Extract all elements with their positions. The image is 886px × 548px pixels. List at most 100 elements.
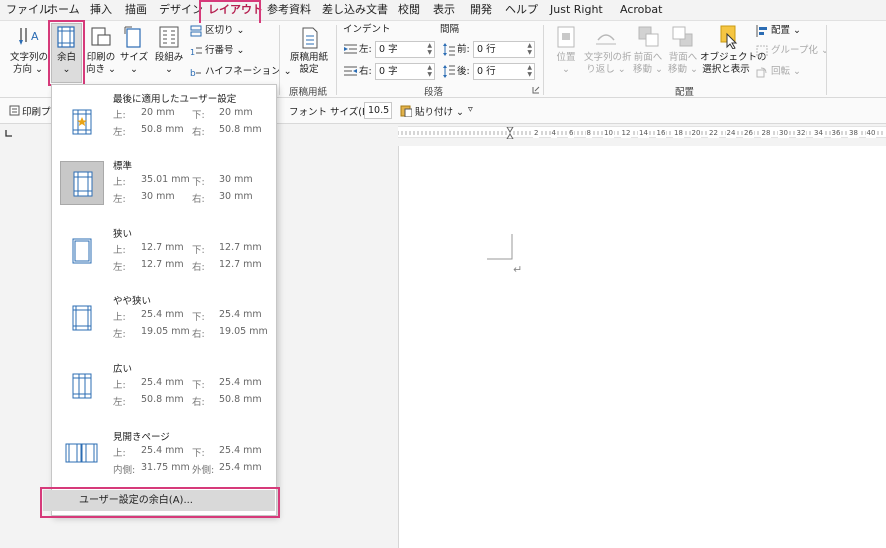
left-key: 左: — [113, 329, 126, 340]
ribbon-separator — [279, 25, 280, 95]
position-label: 位置 — [556, 52, 576, 63]
inside-key: 内側: — [113, 465, 136, 476]
bottom-value: 30 mm — [219, 174, 253, 185]
page-size-icon[interactable] — [124, 26, 144, 48]
bottom-key: 下: — [192, 245, 205, 256]
selection-pane-label-2[interactable]: 選択と表示 — [700, 64, 752, 76]
align-button[interactable]: 配置 ⌄ — [771, 25, 801, 37]
breaks-button[interactable]: 区切り ⌄ — [205, 25, 244, 37]
columns-chevron[interactable]: ⌄ — [152, 64, 186, 76]
ribbon-separator — [543, 25, 544, 95]
margin-option-last-custom[interactable]: 最後に適用したユーザー設定 上: 20 mm 下: 20 mm 左: 50.8 … — [52, 88, 276, 155]
size-label[interactable]: サイズ — [118, 52, 150, 64]
ruler-number: 26 — [743, 128, 754, 138]
spinner-arrows-icon[interactable]: ▲ ▼ — [427, 42, 432, 56]
tab-home[interactable]: ホーム — [47, 2, 80, 18]
spacing-after-input[interactable]: 0 行 ▲ ▼ — [473, 63, 535, 80]
orientation-icon[interactable] — [90, 26, 112, 48]
orientation-label-2[interactable]: 向き ⌄ — [85, 64, 117, 76]
indent-right-label: 右: — [359, 66, 372, 77]
margin-option-mirrored[interactable]: 見開きページ 上: 25.4 mm 下: 25.4 mm 内側: 31.75 m… — [52, 426, 276, 493]
columns-icon[interactable] — [159, 26, 179, 48]
spacing-after-value: 0 行 — [477, 66, 496, 77]
text-direction-label-2[interactable]: 方向 ⌄ — [10, 64, 46, 76]
tab-references[interactable]: 参考資料 — [267, 2, 311, 18]
left-key: 左: — [113, 262, 126, 273]
margin-option-wide[interactable]: 広い 上: 25.4 mm 下: 25.4 mm 左: 50.8 mm 右: 5… — [52, 358, 276, 425]
tab-insert[interactable]: 挿入 — [90, 2, 112, 18]
top-key: 上: — [113, 177, 126, 188]
bring-forward-label-1: 前面へ — [633, 52, 663, 63]
paste-button[interactable]: 貼り付け ⌄ — [415, 104, 464, 118]
line-numbers-button[interactable]: 行番号 ⌄ — [205, 45, 244, 57]
spinner-arrows-icon[interactable]: ▲ ▼ — [527, 42, 532, 56]
top-value: 20 mm — [141, 107, 175, 118]
horizontal-ruler[interactable]: 2 4 6 8 10 12 14 16 18 20 22 24 26 28 30 32 34 36 38 40 — [398, 126, 886, 139]
bottom-value: 25.4 mm — [219, 445, 262, 456]
right-key: 右: — [192, 194, 205, 205]
bottom-key: 下: — [192, 380, 205, 391]
bottom-value: 12.7 mm — [219, 242, 262, 253]
ruler-number: 14 — [638, 128, 649, 138]
tab-acrobat[interactable]: Acrobat — [620, 2, 662, 18]
ruler-number: 30 — [778, 128, 789, 138]
bottom-key: 下: — [192, 312, 205, 323]
toolbar-more-button[interactable]: ▿ — [468, 104, 473, 115]
dialog-launcher-icon[interactable] — [532, 86, 540, 94]
text-direction-icon[interactable]: A — [17, 26, 43, 48]
columns-label[interactable]: 段組み — [152, 52, 186, 64]
tab-help[interactable]: ヘルプ — [505, 2, 538, 18]
tab-mailings[interactable]: 差し込み文書 — [322, 2, 388, 18]
bottom-value: 25.4 mm — [219, 309, 262, 320]
font-size-value: 10.5 — [368, 105, 390, 116]
send-backward-label-2: 移動 ⌄ — [668, 64, 698, 75]
document-page[interactable]: ↵ — [398, 146, 886, 548]
text-direction-label-1[interactable]: 文字列の — [10, 52, 48, 64]
paragraph-mark: ↵ — [513, 263, 523, 276]
top-key: 上: — [113, 245, 126, 256]
margin-option-narrow[interactable]: 狭い 上: 12.7 mm 下: 12.7 mm 左: 12.7 mm 右: 1… — [52, 223, 276, 290]
top-key: 上: — [113, 380, 126, 391]
spacing-before-input[interactable]: 0 行 ▲ ▼ — [473, 41, 535, 58]
indent-header: インデント — [343, 24, 391, 35]
bring-forward-label-2: 移動 ⌄ — [633, 64, 663, 75]
manuscript-paper-icon[interactable] — [301, 27, 319, 49]
right-value: 30 mm — [219, 191, 253, 202]
margin-option-normal[interactable]: 標準 上: 35.01 mm 下: 30 mm 左: 30 mm 右: 30 m… — [52, 155, 276, 222]
spacing-after-icon — [443, 65, 455, 78]
send-backward-label-1: 背面へ — [668, 52, 698, 63]
bring-forward-icon — [638, 26, 659, 47]
group-icon — [756, 45, 768, 57]
tab-file[interactable]: ファイル — [6, 2, 50, 18]
tab-design[interactable]: デザイン — [159, 2, 203, 18]
top-key: 上: — [113, 448, 126, 459]
tab-draw[interactable]: 描画 — [125, 2, 147, 18]
indent-left-input[interactable]: 0 字 ▲ ▼ — [375, 41, 435, 58]
ruler-number: 36 — [830, 128, 842, 138]
wrap-text-icon — [596, 34, 616, 45]
margin-option-moderate[interactable]: やや狭い 上: 25.4 mm 下: 25.4 mm 左: 19.05 mm 右… — [52, 290, 276, 357]
arrange-group-label: 配置 — [675, 87, 695, 98]
size-chevron[interactable]: ⌄ — [118, 64, 150, 76]
option-title: 狭い — [113, 229, 133, 240]
spacing-before-value: 0 行 — [477, 44, 496, 55]
orientation-label-1[interactable]: 印刷の — [85, 52, 117, 64]
spinner-arrows-icon[interactable]: ▲ ▼ — [427, 64, 432, 78]
manuscript-label-1[interactable]: 原稿用紙 — [287, 52, 331, 64]
tab-view[interactable]: 表示 — [433, 2, 455, 18]
top-value: 25.4 mm — [141, 377, 184, 388]
selection-pane-icon[interactable] — [716, 25, 740, 49]
indent-right-input[interactable]: 0 字 ▲ ▼ — [375, 63, 435, 80]
font-size-input[interactable]: 10.5 — [364, 102, 392, 119]
svg-text:b: b — [190, 69, 196, 78]
ruler-number: 12 — [620, 128, 632, 138]
tab-developer[interactable]: 開発 — [470, 2, 492, 18]
tab-stop-icon[interactable] — [4, 130, 12, 138]
spinner-arrows-icon[interactable]: ▲ ▼ — [527, 64, 532, 78]
manuscript-label-2[interactable]: 設定 — [287, 64, 331, 76]
selection-pane-label-1[interactable]: オブジェクトの — [700, 52, 767, 64]
tab-just-right[interactable]: Just Right — [550, 2, 603, 18]
margin-option-thumb-selected — [60, 161, 104, 205]
layout-tab-highlight — [199, 0, 261, 23]
tab-review[interactable]: 校閲 — [398, 2, 420, 18]
